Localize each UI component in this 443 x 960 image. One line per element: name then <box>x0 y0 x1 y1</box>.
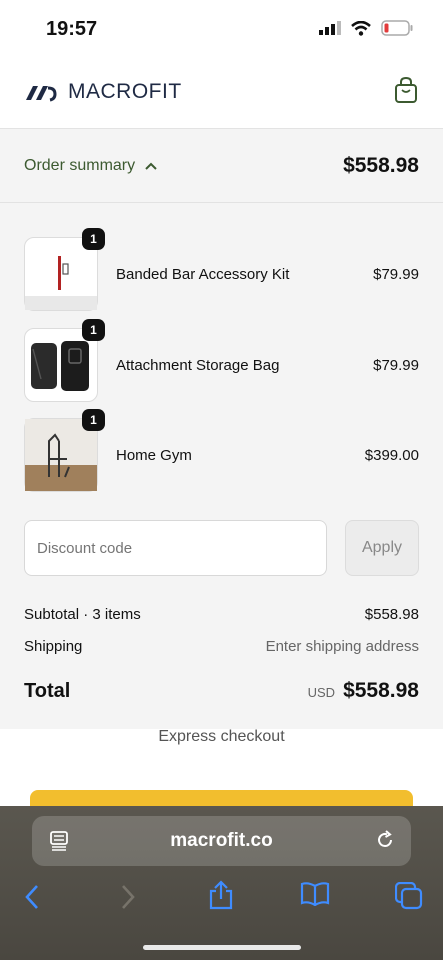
order-summary-total: $558.98 <box>343 154 419 177</box>
shopping-bag-icon <box>395 76 417 103</box>
total-amount: $558.98 <box>343 679 419 702</box>
url-text: macrofit.co <box>170 830 273 851</box>
item-name: Home Gym <box>116 446 192 464</box>
quantity-badge: 1 <box>82 228 105 250</box>
chevron-right-icon <box>122 885 135 909</box>
browser-toolbar <box>0 878 443 918</box>
book-icon <box>300 882 330 907</box>
product-thumbnail: 1 <box>24 409 105 492</box>
item-name: Attachment Storage Bag <box>116 356 280 374</box>
share-icon <box>209 880 233 910</box>
order-summary-label: Order summary <box>24 157 136 174</box>
reload-icon <box>378 830 392 847</box>
macrofit-logo[interactable]: MACROFIT <box>24 80 182 104</box>
item-price: $399.00 <box>364 446 419 464</box>
site-header: MACROFIT <box>0 60 443 129</box>
line-item: 1 Attachment Storage Bag $79.99 <box>24 319 419 402</box>
shipping-row: Shipping Enter shipping address <box>24 638 419 655</box>
forward-button[interactable] <box>120 884 136 915</box>
status-icons <box>319 20 413 36</box>
reader-mode-button[interactable] <box>50 831 68 857</box>
cart-button[interactable] <box>394 76 418 109</box>
item-price: $79.99 <box>373 265 419 283</box>
product-thumbnail: 1 <box>24 319 105 402</box>
order-summary-content: 1 Banded Bar Accessory Kit $79.99 1 Atta… <box>0 203 443 729</box>
product-thumbnail: 1 <box>24 228 105 311</box>
total-label: Total <box>24 680 71 702</box>
battery-low-icon <box>381 20 413 36</box>
apply-discount-button[interactable]: Apply <box>345 520 419 576</box>
item-name: Banded Bar Accessory Kit <box>116 265 290 283</box>
cellular-signal-icon <box>319 21 341 35</box>
address-bar[interactable]: macrofit.co <box>32 816 411 866</box>
order-summary-toggle[interactable]: Order summary <box>24 157 157 175</box>
share-button[interactable] <box>208 880 234 915</box>
macrofit-logo-mark <box>26 86 57 102</box>
line-item: 1 Banded Bar Accessory Kit $79.99 <box>24 228 419 311</box>
tabs-icon <box>394 881 423 910</box>
tabs-button[interactable] <box>394 881 423 915</box>
shipping-label: Shipping <box>24 638 83 655</box>
reload-button[interactable] <box>375 830 395 856</box>
subtotal-row: Subtotal · 3 items $558.98 <box>24 606 419 623</box>
clock: 19:57 <box>46 18 98 40</box>
item-price: $79.99 <box>373 356 419 374</box>
order-summary-bar[interactable]: Order summary $558.98 <box>0 129 443 203</box>
home-indicator <box>143 945 301 950</box>
quantity-badge: 1 <box>82 319 105 341</box>
quantity-badge: 1 <box>82 409 105 431</box>
status-bar: 19:57 <box>0 0 443 60</box>
currency-code: USD <box>307 685 336 700</box>
chevron-left-icon <box>25 885 38 909</box>
shipping-value: Enter shipping address <box>265 638 419 655</box>
total-row: Total USD $558.98 <box>24 679 419 703</box>
chevron-up-icon <box>145 162 157 170</box>
back-button[interactable] <box>24 884 40 915</box>
subtotal-value: $558.98 <box>364 606 419 623</box>
express-checkout-heading: Express checkout <box>158 728 285 745</box>
page-menu-icon <box>50 831 68 851</box>
subtotal-label: Subtotal · 3 items <box>24 606 141 623</box>
bookmarks-button[interactable] <box>300 882 330 911</box>
brand-name: MACROFIT <box>68 80 182 103</box>
discount-code-input[interactable] <box>24 520 327 576</box>
wifi-icon <box>351 20 371 36</box>
line-item: 1 Home Gym $399.00 <box>24 409 419 492</box>
browser-chrome: macrofit.co <box>0 806 443 960</box>
